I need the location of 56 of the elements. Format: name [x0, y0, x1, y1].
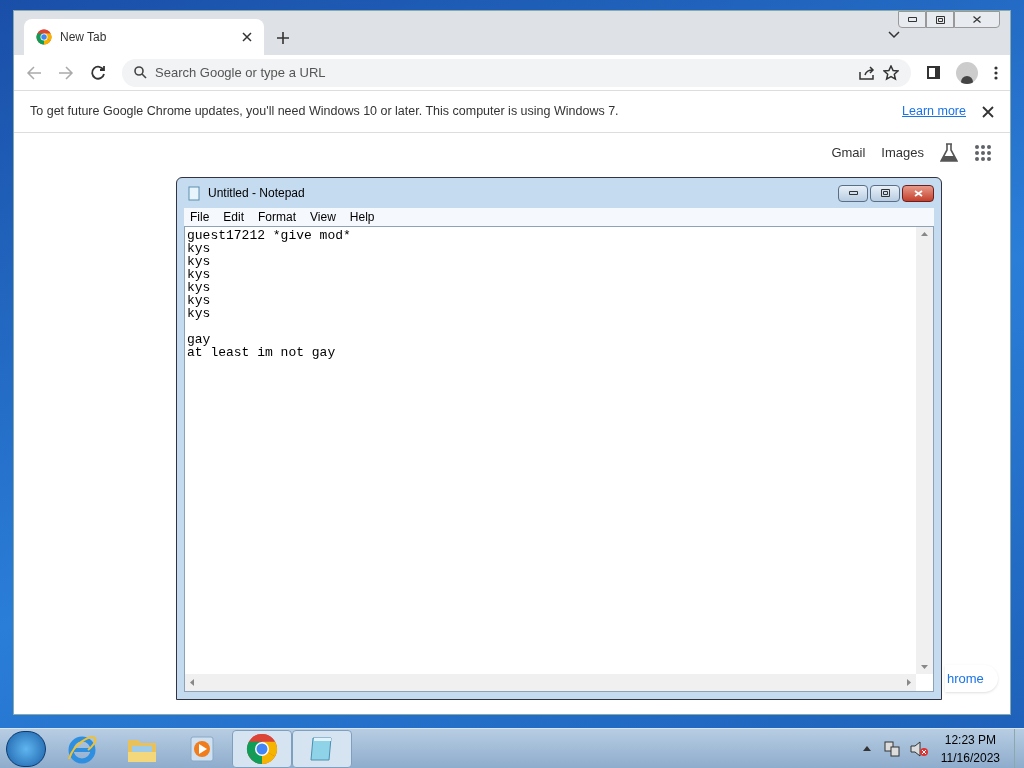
profile-icon[interactable] [956, 61, 978, 84]
apps-grid-icon[interactable] [974, 144, 992, 162]
notepad-icon [188, 185, 200, 201]
close-icon[interactable] [242, 32, 252, 42]
start-button[interactable] [6, 730, 46, 767]
menu-item[interactable]: View [310, 208, 336, 226]
reload-icon[interactable] [90, 64, 106, 81]
new-tab-icon[interactable] [276, 31, 290, 45]
network-icon[interactable] [882, 739, 901, 758]
browser-tab[interactable]: New Tab [24, 19, 264, 55]
minimize-button[interactable] [898, 11, 926, 28]
menu-item[interactable]: Help [349, 208, 375, 226]
learn-more-link[interactable]: Learn more [902, 102, 966, 121]
omnibox-input[interactable]: Search Google or type a URL [155, 62, 851, 83]
top-link[interactable]: Gmail [831, 143, 866, 163]
flask-icon[interactable] [940, 143, 958, 163]
clock-time: 12:23 PM [944, 731, 997, 749]
side-panel-icon[interactable] [927, 66, 940, 79]
right-arrow-icon[interactable] [907, 679, 911, 686]
menu-icon[interactable] [994, 65, 998, 80]
top-link[interactable]: Images [881, 143, 924, 163]
left-arrow-icon[interactable] [190, 679, 194, 686]
horizontal-scrollbar[interactable] [185, 674, 916, 691]
window-title: Untitled - Notepad [208, 185, 306, 202]
customize-button[interactable]: hrome [945, 665, 998, 692]
infobar-message: To get future Google Chrome updates, you'll need Windows 10 or later. This computer is using Windows 7. [30, 103, 620, 121]
search-icon [134, 66, 147, 79]
up-arrow-icon[interactable] [921, 232, 928, 236]
minimize-button[interactable] [838, 184, 868, 202]
vertical-scrollbar[interactable] [916, 227, 933, 674]
close-button[interactable] [902, 184, 934, 202]
close-icon[interactable] [982, 105, 994, 118]
restore-icon [935, 15, 945, 24]
maximize-button[interactable] [870, 184, 900, 202]
menu-item[interactable]: Format [258, 208, 297, 226]
star-icon[interactable] [883, 64, 899, 81]
menu-item[interactable]: File [190, 208, 210, 226]
minimize-icon [848, 191, 858, 195]
chevron-down-icon[interactable] [888, 31, 900, 39]
chrome-logo-icon [246, 732, 278, 765]
chrome-logo-icon [36, 29, 52, 45]
restore-icon [880, 189, 890, 197]
taskbar-button[interactable] [232, 729, 292, 768]
share-icon[interactable] [859, 65, 875, 80]
tab-title: New Tab [60, 29, 108, 46]
menu-item[interactable]: Edit [223, 208, 245, 226]
close-icon [973, 16, 981, 23]
close-icon [913, 189, 923, 197]
minimize-icon [907, 17, 917, 22]
address-bar[interactable]: Search Google or type a URL [122, 58, 911, 87]
clock-date: 11/16/2023 [940, 749, 1000, 767]
muted-speaker-icon[interactable] [908, 739, 929, 758]
tray-arrow-icon[interactable] [862, 746, 871, 751]
media-player-icon [188, 733, 216, 764]
maximize-button[interactable] [926, 11, 954, 28]
down-arrow-icon[interactable] [921, 665, 928, 669]
